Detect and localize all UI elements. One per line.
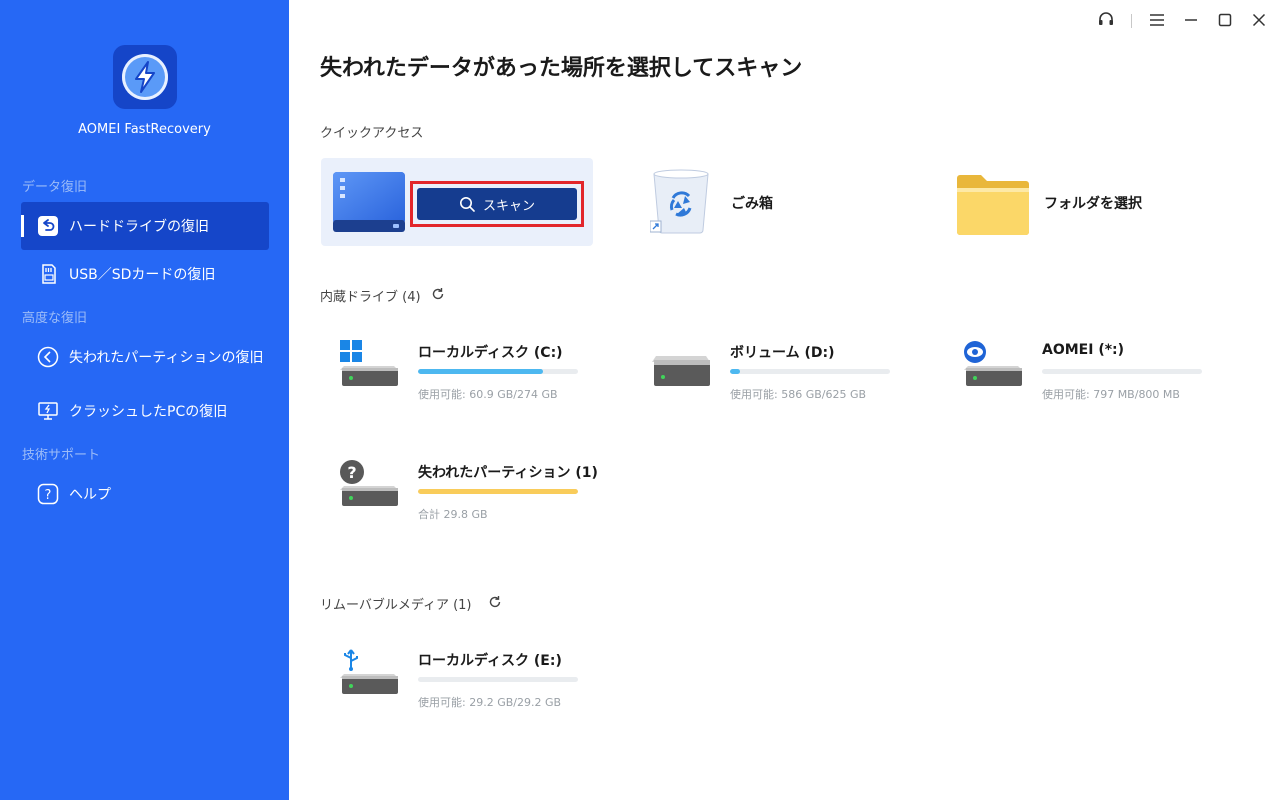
- drive-c[interactable]: ローカルディスク (C:) 使用可能: 60.9 GB/274 GB: [340, 340, 630, 420]
- minimize-button[interactable]: [1174, 0, 1208, 42]
- drive-info: 使用可能: 29.2 GB/29.2 GB: [418, 696, 562, 709]
- hard-drive-icon: [333, 172, 405, 237]
- windows-drive-icon: [340, 340, 406, 404]
- sidebar-item-crashed-pc[interactable]: クラッシュしたPCの復旧: [21, 387, 269, 435]
- sidebar-item-lost-partition[interactable]: 失われたパーティションの復旧: [21, 333, 269, 381]
- removable-media-label: リムーバブルメディア (1): [320, 594, 502, 613]
- drive-usage-bar: [418, 677, 578, 682]
- sidebar-item-hard-drive[interactable]: ハードドライブの復旧: [21, 202, 269, 250]
- section-label-data-recovery: データ復旧: [22, 180, 88, 195]
- sidebar-item-label: ハードドライブの復旧: [69, 219, 209, 235]
- select-folder-tile[interactable]: [957, 172, 1029, 236]
- drive-usage-fill: [418, 489, 578, 494]
- refresh-icon: [431, 287, 445, 305]
- headset-icon: [1097, 10, 1115, 32]
- page-title: 失われたデータがあった場所を選択してスキャン: [320, 56, 803, 81]
- svg-text:?: ?: [347, 463, 356, 482]
- sidebar-item-label: ヘルプ: [69, 487, 111, 503]
- drive-usage-fill: [730, 369, 740, 374]
- drive-aomei[interactable]: AOMEI (*:) 使用可能: 797 MB/800 MB: [964, 340, 1254, 420]
- titlebar-controls: [1089, 0, 1280, 42]
- drive-e[interactable]: ローカルディスク (E:) 使用可能: 29.2 GB/29.2 GB: [340, 648, 630, 728]
- internal-drives-title: 内蔵ドライブ (4): [320, 290, 421, 305]
- refresh-internal-button[interactable]: [431, 287, 445, 305]
- sidebar-item-usb-sd[interactable]: USB／SDカードの復旧: [21, 250, 269, 298]
- lightning-icon: [122, 54, 168, 100]
- hamburger-icon: [1149, 12, 1165, 31]
- partition-icon: [37, 346, 59, 368]
- drive-lost-partition[interactable]: ? 失われたパーティション (1) 合計 29.8 GB: [340, 460, 630, 540]
- drive-info: 使用可能: 797 MB/800 MB: [1042, 388, 1180, 401]
- maximize-button[interactable]: [1208, 0, 1242, 42]
- support-headset-button[interactable]: [1089, 0, 1123, 42]
- drive-usage-bar: [418, 369, 578, 374]
- undo-icon: [37, 215, 59, 237]
- sidebar-item-help[interactable]: ? ヘルプ: [21, 470, 269, 518]
- app-name: AOMEI FastRecovery: [78, 122, 211, 137]
- drive-name: AOMEI (*:): [1042, 342, 1125, 358]
- eye-drive-icon: [964, 340, 1030, 404]
- folder-icon: [957, 175, 1029, 240]
- section-label-support: 技術サポート: [22, 448, 101, 463]
- titlebar-divider: [1131, 14, 1132, 28]
- help-icon: ?: [37, 483, 59, 505]
- drive-name: ボリューム (D:): [730, 345, 835, 361]
- drive-name: ローカルディスク (C:): [418, 345, 563, 361]
- drive-name: 失われたパーティション (1): [418, 465, 598, 481]
- refresh-icon: [488, 595, 502, 613]
- close-button[interactable]: [1242, 0, 1276, 42]
- close-icon: [1252, 12, 1266, 31]
- drive-usage-bar: [418, 489, 578, 494]
- search-icon: [459, 196, 475, 212]
- drive-usage-fill: [418, 369, 543, 374]
- usb-drive-icon: [340, 648, 406, 712]
- drive-usage-bar: [730, 369, 890, 374]
- sd-card-icon: [37, 263, 59, 285]
- app-logo: [113, 45, 177, 109]
- sidebar-item-label: USB／SDカードの復旧: [69, 267, 216, 283]
- scan-button[interactable]: スキャン: [417, 188, 577, 220]
- select-folder-label[interactable]: フォルダを選択: [1044, 193, 1142, 213]
- drive-usage-bar: [1042, 369, 1202, 374]
- monitor-icon: [37, 400, 59, 422]
- quick-access-label: クイックアクセス: [320, 126, 424, 141]
- menu-button[interactable]: [1140, 0, 1174, 42]
- minimize-icon: [1184, 12, 1198, 31]
- drive-info: 使用可能: 60.9 GB/274 GB: [418, 388, 558, 401]
- maximize-icon: [1218, 12, 1232, 31]
- internal-drives-label: 内蔵ドライブ (4): [320, 286, 445, 305]
- hard-disk-icon: [652, 340, 718, 404]
- drive-d[interactable]: ボリューム (D:) 使用可能: 586 GB/625 GB: [652, 340, 942, 420]
- recycle-bin-label[interactable]: ごみ箱: [731, 193, 773, 213]
- scan-button-label: スキャン: [482, 198, 535, 214]
- drive-info: 合計 29.8 GB: [418, 508, 488, 521]
- recycle-bin-tile[interactable]: [649, 168, 714, 234]
- recycle-bin-icon: [649, 169, 714, 238]
- section-label-advanced: 高度な復旧: [22, 311, 88, 326]
- sidebar-item-label: クラッシュしたPCの復旧: [69, 404, 228, 420]
- drive-name: ローカルディスク (E:): [418, 653, 562, 669]
- sidebar-item-label: 失われたパーティションの復旧: [69, 350, 264, 366]
- sidebar: AOMEI FastRecovery データ復旧 ハードドライブの復旧 USB／…: [0, 0, 289, 800]
- question-drive-icon: ?: [340, 460, 406, 524]
- removable-media-title: リムーバブルメディア (1): [320, 598, 472, 613]
- svg-text:?: ?: [45, 488, 52, 503]
- drive-info: 使用可能: 586 GB/625 GB: [730, 388, 867, 401]
- refresh-removable-button[interactable]: [488, 595, 502, 613]
